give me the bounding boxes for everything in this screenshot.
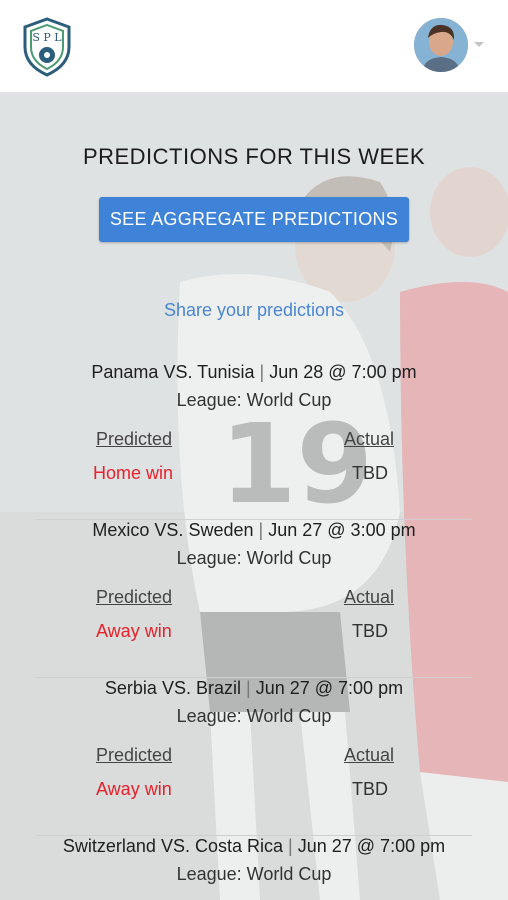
away-team: Costa Rica (194, 836, 284, 856)
home-team: Serbia (104, 678, 157, 698)
match-header: Mexico VS. Sweden | Jun 27 @ 3:00 pm (36, 520, 472, 541)
vs-label: VS. (160, 836, 190, 856)
actual-value: TBD (352, 621, 388, 641)
share-predictions-link[interactable]: Share your predictions (0, 300, 508, 321)
match-date: Jun 27 @ 7:00 pm (297, 836, 446, 856)
chevron-down-icon[interactable] (474, 42, 484, 47)
prediction-value: Home win (93, 463, 174, 483)
actual-label: Actual (344, 745, 395, 765)
prediction-value: Away win (96, 621, 172, 641)
match-card[interactable]: Mexico VS. Sweden | Jun 27 @ 3:00 pm Lea… (36, 520, 472, 678)
header-divider: | (288, 836, 293, 856)
actual-label: Actual (344, 429, 395, 449)
page-title: PREDICTIONS FOR THIS WEEK (82, 144, 426, 169)
actual-label: Actual (344, 587, 395, 607)
away-team: Sweden (188, 520, 254, 540)
actual-value: TBD (352, 463, 388, 483)
match-card[interactable]: Serbia VS. Brazil | Jun 27 @ 7:00 pm Lea… (36, 678, 472, 836)
match-date: Jun 27 @ 3:00 pm (268, 520, 416, 540)
home-team: Switzerland (62, 836, 156, 856)
actual-value: TBD (352, 779, 388, 799)
match-league: League: World Cup (176, 390, 332, 410)
home-team: Panama (91, 362, 159, 382)
header-divider: | (246, 678, 251, 698)
match-date: Jun 27 @ 7:00 pm (255, 678, 404, 698)
svg-text:S P L: S P L (32, 31, 62, 44)
predictions-panel: PREDICTIONS FOR THIS WEEK SEE AGGREGATE … (0, 92, 508, 900)
away-team: Tunisia (197, 362, 255, 382)
match-league: League: World Cup (176, 864, 332, 884)
header-divider: | (259, 362, 265, 382)
match-header: Panama VS. Tunisia | Jun 28 @ 7:00 pm (36, 362, 472, 383)
avatar[interactable] (414, 18, 468, 72)
prediction-value: Away win (96, 779, 172, 799)
match-card[interactable]: Panama VS. Tunisia | Jun 28 @ 7:00 pm Le… (36, 362, 472, 520)
spl-logo-icon[interactable]: S P L (22, 17, 72, 77)
match-header: Serbia VS. Brazil | Jun 27 @ 7:00 pm (36, 678, 472, 699)
away-team: Brazil (195, 678, 241, 698)
home-team: Mexico (92, 520, 155, 540)
top-bar: S P L (0, 0, 508, 93)
header-divider: | (258, 520, 264, 540)
match-date: Jun 28 @ 7:00 pm (269, 362, 417, 382)
vs-label: VS. (163, 362, 193, 382)
match-card[interactable]: Switzerland VS. Costa Rica | Jun 27 @ 7:… (36, 836, 472, 900)
predicted-label: Predicted (96, 745, 173, 765)
predicted-label: Predicted (96, 429, 173, 449)
user-photo-icon (414, 18, 468, 72)
match-league: League: World Cup (176, 548, 332, 568)
vs-label: VS. (154, 520, 184, 540)
match-header: Switzerland VS. Costa Rica | Jun 27 @ 7:… (36, 836, 472, 857)
predicted-label: Predicted (96, 587, 173, 607)
see-aggregate-predictions-button[interactable]: SEE AGGREGATE PREDICTIONS (99, 197, 409, 242)
match-league: League: World Cup (176, 706, 332, 726)
vs-label: VS. (161, 678, 191, 698)
